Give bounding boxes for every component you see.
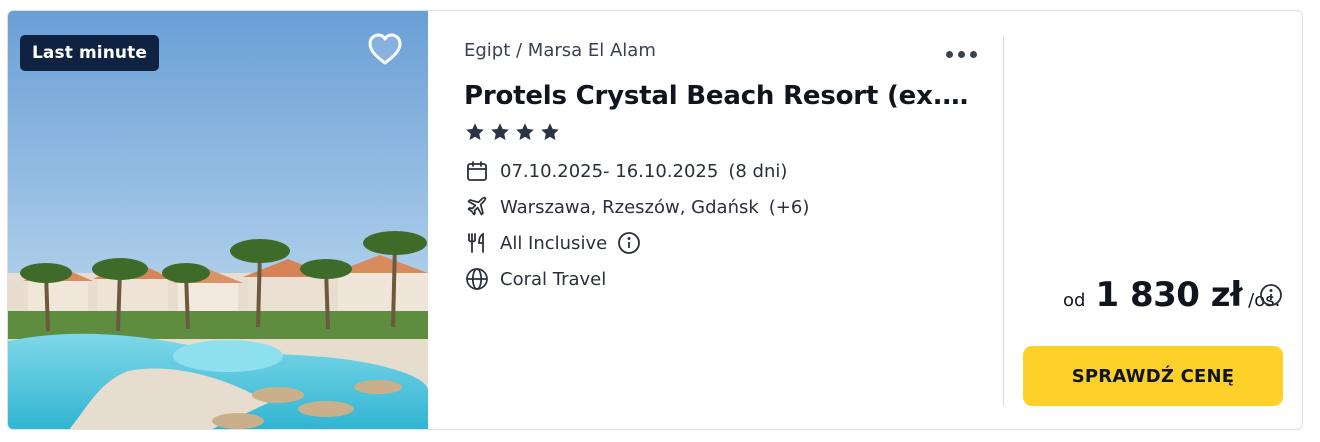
more-departures[interactable]: (+6) xyxy=(769,197,810,218)
hotel-photo-image xyxy=(8,11,428,429)
hotel-rating-stars xyxy=(464,121,561,143)
board-row: All Inclusive xyxy=(464,230,641,256)
star-icon xyxy=(516,123,534,140)
info-icon[interactable] xyxy=(1259,283,1283,307)
offer-card[interactable]: Last minute Egipt / Marsa El Alam Protel… xyxy=(7,10,1303,430)
location-breadcrumb[interactable]: Egipt / Marsa El Alam xyxy=(464,40,656,61)
plane-icon xyxy=(464,194,490,220)
favorite-button[interactable] xyxy=(366,31,404,67)
more-options-button[interactable] xyxy=(946,45,982,63)
price-amount: 1 830 zł xyxy=(1095,275,1243,315)
departure-airports: Warszawa, Rzeszów, Gdańsk xyxy=(500,196,759,218)
price-prefix: od xyxy=(1063,290,1086,311)
dates-row: 07.10.2025- 16.10.2025 (8 dni) xyxy=(464,158,787,184)
cutlery-icon xyxy=(464,230,490,256)
board-type: All Inclusive xyxy=(500,232,608,254)
calendar-icon xyxy=(464,158,490,184)
offer-info: Egipt / Marsa El Alam Protels Crystal Be… xyxy=(464,11,984,429)
tour-operator: Coral Travel xyxy=(500,268,607,290)
info-icon[interactable] xyxy=(617,231,641,255)
trip-duration: (8 dni) xyxy=(728,160,788,182)
star-icon xyxy=(491,123,509,140)
operator-row: Coral Travel xyxy=(464,266,606,292)
hotel-title[interactable]: Protels Crystal Beach Resort (ex. Blue R… xyxy=(464,81,974,111)
star-icon xyxy=(466,123,484,140)
check-price-button[interactable]: SPRAWDŹ CENĘ xyxy=(1023,346,1283,406)
more-dots-icon xyxy=(946,50,953,58)
heart-outline-icon xyxy=(368,33,402,65)
last-minute-badge: Last minute xyxy=(20,35,159,71)
departures-row: Warszawa, Rzeszów, Gdańsk (+6) xyxy=(464,194,809,220)
card-divider xyxy=(1003,36,1004,406)
more-dots-icon xyxy=(970,50,977,58)
star-icon xyxy=(541,123,559,140)
more-dots-icon xyxy=(958,50,965,58)
hotel-photo[interactable]: Last minute xyxy=(8,11,428,429)
price-block: od 1 830 zł /os. xyxy=(1063,275,1280,315)
travel-dates: 07.10.2025- 16.10.2025 xyxy=(500,160,719,182)
globe-icon xyxy=(464,266,490,292)
